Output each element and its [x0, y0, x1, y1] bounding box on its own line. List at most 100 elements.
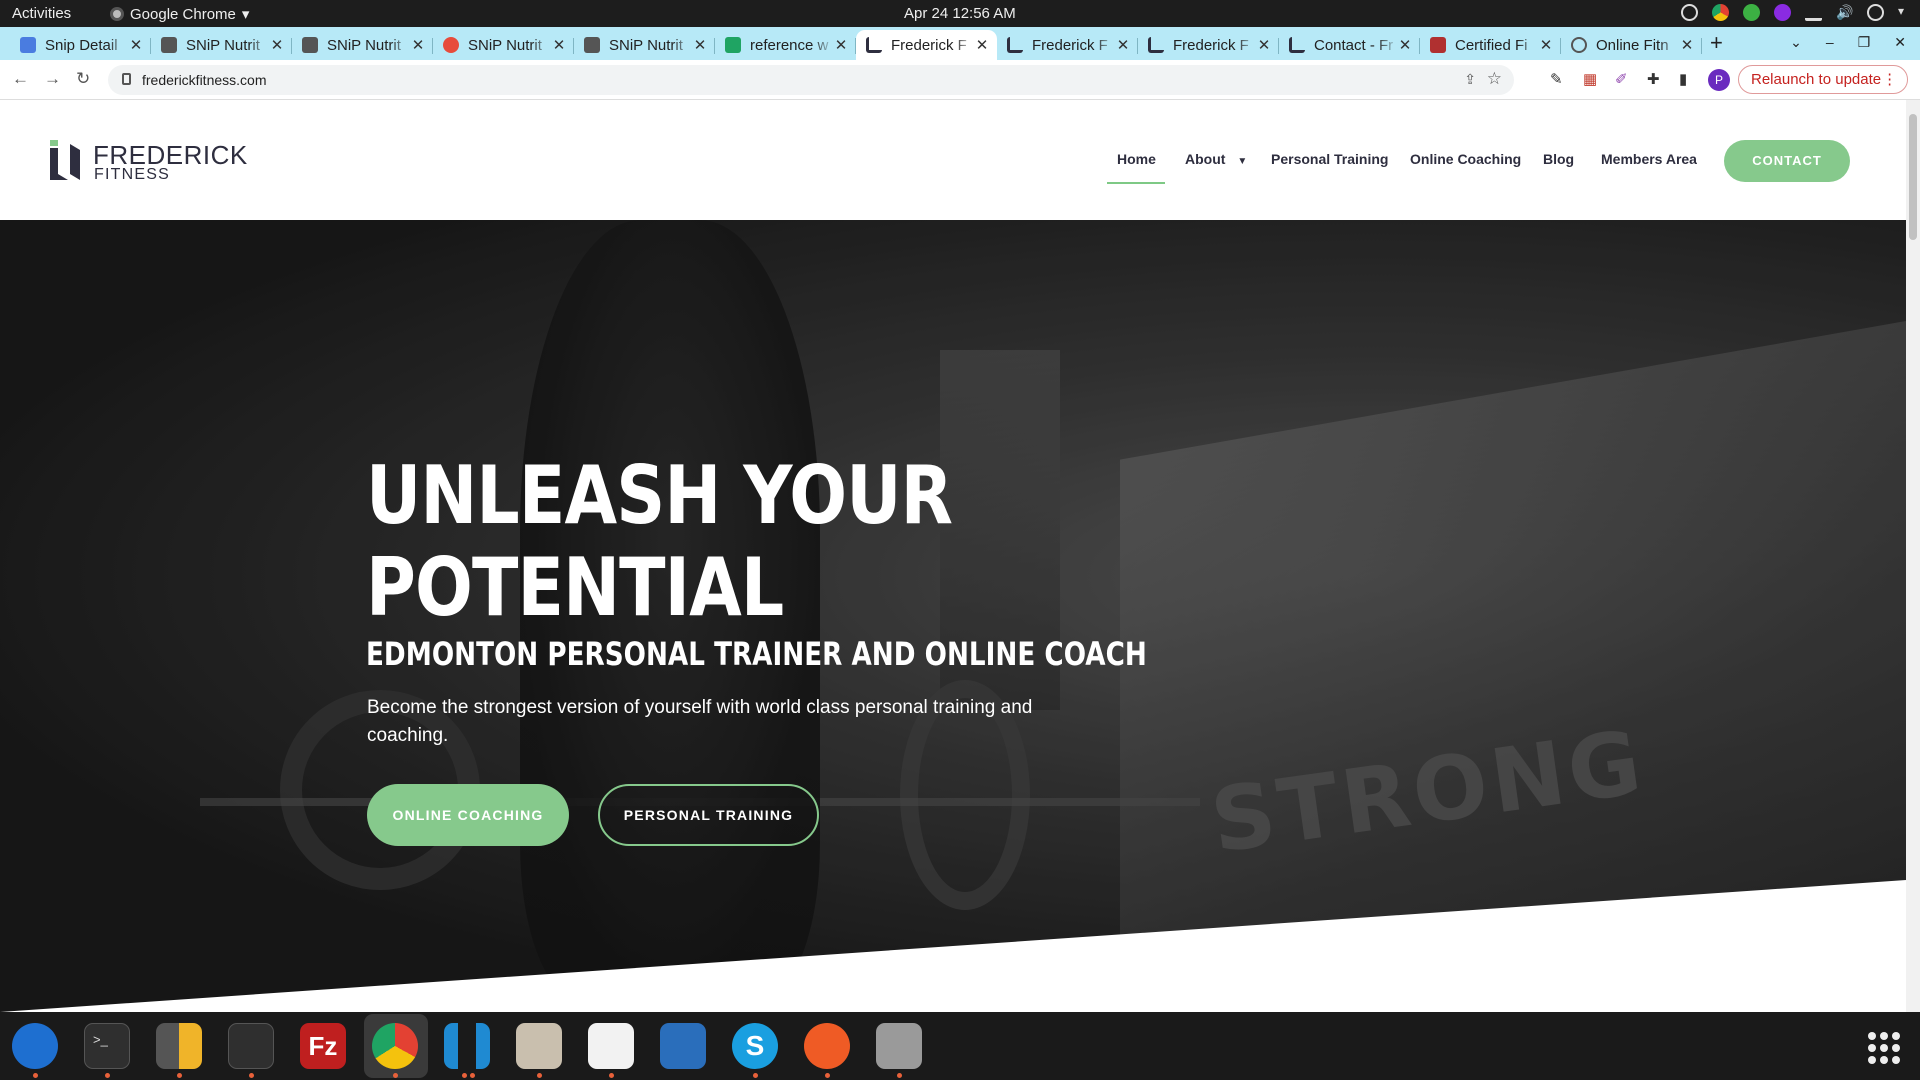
- site-header: FREDERICK FITNESS Home About ▼ Personal …: [0, 100, 1906, 220]
- running-indicator: [609, 1073, 614, 1078]
- lock-icon[interactable]: [122, 73, 131, 85]
- nav-online-coaching[interactable]: Online Coaching: [1410, 151, 1521, 167]
- personal-training-button[interactable]: PERSONAL TRAINING: [598, 784, 819, 846]
- app-menu[interactable]: Google Chrome ▾: [110, 5, 249, 23]
- tab-4[interactable]: SNiP Nutrit ✕: [574, 30, 715, 60]
- frederick-icon: [1289, 37, 1305, 53]
- close-tab-icon[interactable]: ✕: [270, 36, 284, 54]
- document-viewer-icon[interactable]: [660, 1023, 706, 1069]
- minimize-icon[interactable]: –: [1826, 34, 1834, 51]
- files-icon[interactable]: [516, 1023, 562, 1069]
- side-panel-icon[interactable]: ▮: [1679, 70, 1687, 88]
- firefox-tray-icon[interactable]: [1774, 4, 1791, 21]
- back-arrow-icon[interactable]: ←: [12, 69, 29, 89]
- nav-home[interactable]: Home: [1117, 151, 1156, 167]
- running-indicator: [470, 1073, 475, 1078]
- nav-members-area[interactable]: Members Area: [1601, 151, 1697, 167]
- calculator-icon[interactable]: [156, 1023, 202, 1069]
- logo-subtitle: FITNESS: [94, 166, 170, 183]
- calendar-extension-icon[interactable]: ▦: [1583, 70, 1597, 88]
- power-icon[interactable]: [1867, 4, 1884, 21]
- close-tab-icon[interactable]: ✕: [411, 36, 425, 54]
- filezilla-icon[interactable]: Fz: [300, 1023, 346, 1069]
- close-tab-icon[interactable]: ✕: [552, 36, 566, 54]
- nav-personal-training[interactable]: Personal Training: [1271, 151, 1388, 167]
- online-coaching-button[interactable]: ONLINE COACHING: [367, 784, 569, 846]
- show-applications-grid-icon[interactable]: [1868, 1032, 1900, 1064]
- close-tab-icon[interactable]: ✕: [1257, 36, 1271, 54]
- running-indicator: [33, 1073, 38, 1078]
- clock[interactable]: Apr 24 12:56 AM: [904, 5, 1016, 22]
- close-window-icon[interactable]: ✕: [1894, 34, 1906, 51]
- scrollbar-thumb[interactable]: [1909, 114, 1917, 240]
- kebab-menu-icon[interactable]: ⋮: [1882, 66, 1897, 93]
- profile-avatar[interactable]: P: [1708, 69, 1730, 91]
- tab-11[interactable]: Online Fitn ✕: [1561, 30, 1702, 60]
- terminal-icon[interactable]: >_: [84, 1023, 130, 1069]
- system-menu-caret-icon[interactable]: ▾: [1898, 4, 1908, 21]
- tab-1[interactable]: SNiP Nutrit ✕: [151, 30, 292, 60]
- volume-icon[interactable]: 🔊: [1836, 4, 1853, 21]
- nav-about[interactable]: About ▼: [1185, 151, 1247, 167]
- text-editor-icon[interactable]: [588, 1023, 634, 1069]
- vpn-icon[interactable]: [1681, 4, 1698, 21]
- close-tab-icon[interactable]: ✕: [975, 36, 989, 54]
- close-tab-icon[interactable]: ✕: [834, 36, 848, 54]
- forward-arrow-icon[interactable]: →: [44, 69, 61, 89]
- activities-button[interactable]: Activities: [12, 5, 71, 22]
- restore-icon[interactable]: ❐: [1858, 34, 1871, 51]
- eyedropper-extension-icon[interactable]: ✎: [1550, 70, 1563, 88]
- close-tab-icon[interactable]: ✕: [1398, 36, 1412, 54]
- thunderbird-icon[interactable]: [12, 1023, 58, 1069]
- tab-7[interactable]: Frederick F ✕: [997, 30, 1138, 60]
- new-tab-plus-icon[interactable]: +: [1710, 30, 1723, 56]
- vscode-icon[interactable]: [444, 1023, 490, 1069]
- sheets-icon: [725, 37, 741, 53]
- chrome-icon[interactable]: [372, 1023, 418, 1069]
- system-monitor-icon[interactable]: [228, 1023, 274, 1069]
- close-tab-icon[interactable]: ✕: [1680, 36, 1694, 54]
- running-indicator: [753, 1073, 758, 1078]
- nav-blog[interactable]: Blog: [1543, 151, 1574, 167]
- running-indicator: [897, 1073, 902, 1078]
- relaunch-to-update-button[interactable]: Relaunch to update ⋮: [1738, 65, 1909, 94]
- tab-title: SNiP Nutrit: [468, 36, 542, 54]
- tab-10[interactable]: Certified Fi ✕: [1420, 30, 1561, 60]
- share-icon[interactable]: ⇪: [1464, 71, 1476, 88]
- check-tray-icon[interactable]: [1743, 4, 1760, 21]
- tab-3[interactable]: SNiP Nutrit ✕: [433, 30, 574, 60]
- tab-6-active[interactable]: Frederick F ✕: [856, 30, 997, 60]
- snip-icon: [161, 37, 177, 53]
- puzzle-extensions-icon[interactable]: ✚: [1647, 70, 1660, 88]
- tab-title: Certified Fi: [1455, 36, 1528, 54]
- address-bar[interactable]: frederickfitness.com ⇪ ☆: [108, 65, 1514, 95]
- tab-search-chevron-icon[interactable]: ⌄: [1790, 34, 1802, 51]
- docs-icon: [20, 37, 36, 53]
- contact-button[interactable]: CONTACT: [1724, 140, 1850, 182]
- dock: >_ Fz S: [0, 1012, 1920, 1080]
- pen-extension-icon[interactable]: ✐: [1615, 70, 1628, 88]
- tab-0[interactable]: Snip Detail ✕: [10, 30, 151, 60]
- tab-8[interactable]: Frederick F ✕: [1138, 30, 1279, 60]
- tab-2[interactable]: SNiP Nutrit ✕: [292, 30, 433, 60]
- page-scrollbar[interactable]: [1906, 100, 1920, 1012]
- reload-icon[interactable]: ↻: [76, 69, 90, 89]
- frederick-icon: [866, 37, 882, 53]
- bookmark-star-icon[interactable]: ☆: [1487, 69, 1502, 89]
- close-tab-icon[interactable]: ✕: [1116, 36, 1130, 54]
- skype-icon[interactable]: S: [732, 1023, 778, 1069]
- hero-lead-text: Become the strongest version of yourself…: [367, 697, 1033, 746]
- tab-5[interactable]: reference w ✕: [715, 30, 856, 60]
- tab-title: Snip Detail: [45, 36, 118, 54]
- tab-9[interactable]: Contact - Fr ✕: [1279, 30, 1420, 60]
- tab-title: reference w: [750, 36, 829, 54]
- snip-icon: [302, 37, 318, 53]
- close-tab-icon[interactable]: ✕: [129, 36, 143, 54]
- close-tab-icon[interactable]: ✕: [1539, 36, 1553, 54]
- url-text[interactable]: frederickfitness.com: [142, 72, 266, 88]
- network-icon[interactable]: [1805, 4, 1822, 21]
- close-tab-icon[interactable]: ✕: [693, 36, 707, 54]
- disks-icon[interactable]: [876, 1023, 922, 1069]
- chrome-tray-icon[interactable]: [1712, 4, 1729, 21]
- postman-icon[interactable]: [804, 1023, 850, 1069]
